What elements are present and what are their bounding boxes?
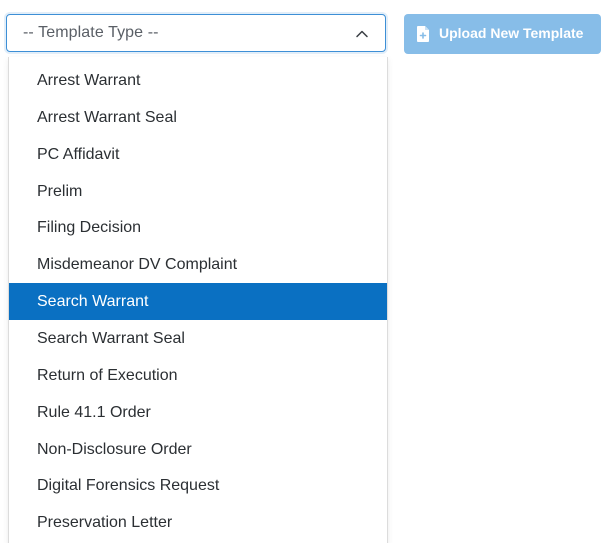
dropdown-option[interactable]: Search Warrant [9, 283, 387, 321]
template-type-dropdown-list[interactable]: Arrest Warrant Arrest Warrant Seal PC Affi… [8, 57, 388, 543]
upload-new-template-label: Upload New Template [439, 25, 584, 41]
dropdown-option[interactable]: Search Warrant Seal [9, 320, 387, 357]
dropdown-option[interactable]: Return of Execution [9, 357, 387, 394]
dropdown-option[interactable]: PC Affidavit [9, 136, 387, 173]
dropdown-option[interactable]: Preservation Letter [9, 504, 387, 541]
dropdown-option[interactable]: Arrest Warrant [9, 62, 387, 99]
dropdown-option[interactable]: Prelim [9, 173, 387, 210]
dropdown-option[interactable]: Digital Forensics Request [9, 467, 387, 504]
chevron-up-icon[interactable] [355, 27, 369, 41]
template-type-select[interactable]: -- Template Type -- [6, 14, 386, 52]
dropdown-option[interactable]: Rule 41.1 Order [9, 394, 387, 431]
page: -- Template Type -- Upload New Template … [0, 0, 610, 543]
file-plus-icon [417, 26, 429, 42]
upload-new-template-button[interactable]: Upload New Template [404, 14, 601, 54]
template-type-placeholder: -- Template Type -- [23, 24, 159, 41]
dropdown-option[interactable]: Misdemeanor DV Complaint [9, 246, 387, 283]
dropdown-option[interactable]: Non-Disclosure Order [9, 431, 387, 468]
dropdown-option[interactable]: Filing Decision [9, 209, 387, 246]
dropdown-option[interactable]: Arrest Warrant Seal [9, 99, 387, 136]
